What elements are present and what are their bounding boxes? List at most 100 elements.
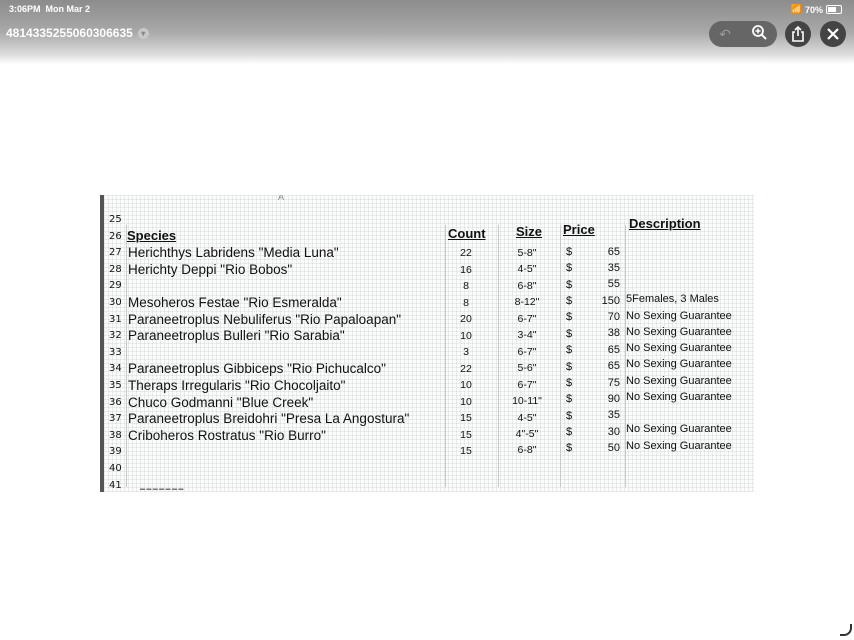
spreadsheet-photo: A Species Count Size Price Description 2… [100,195,754,492]
cell-description: No Sexing Guarantee [626,325,732,338]
cell-count: 3 [463,346,469,359]
cell-dollar: $ [566,360,573,373]
cell-species: Paraneetroplus Bulleri "Rio Sarabia" [128,328,345,344]
cell-dollar: $ [566,294,573,307]
cell-count: 15 [460,428,472,441]
cell-description: No Sexing Guarantee [626,309,732,322]
cell-species: Chuco Godmanni "Blue Creek" [128,394,314,410]
cell-species: Paraneetroplus Nebuliferus "Rio Papaloap… [128,311,402,327]
cell-species: Paraneetroplus Gibbiceps "Rio Pichucalco… [128,361,386,377]
row-number: 36 [109,396,122,408]
cell-species: Criboheros Rostratus "Rio Burro" [128,427,326,443]
cell-count: 10 [460,379,472,392]
top-bar: 3:06PM Mon Mar 2 📶 70% 48143352550603066… [0,0,854,64]
header-species: Species [127,228,177,243]
status-date: Mon Mar 2 [45,4,91,14]
header-size: Size [516,224,543,239]
column-letter: A [278,195,285,202]
row-number: 28 [109,263,122,275]
cell-count: 10 [460,395,472,408]
row-number: 41 [109,479,122,491]
row-number: 37 [109,413,122,425]
status-right: 📶 70% [791,4,842,15]
cell-price: 30 [607,425,620,438]
cell-price: 50 [607,441,620,454]
document-title[interactable]: 4814335255060306635 ▾ [6,26,149,40]
chevron-down-icon[interactable]: ▾ [137,27,149,39]
header-price: Price [563,222,595,237]
cell-size: 6-8" [517,444,537,457]
row-number: 35 [109,380,122,391]
cell-size: 6-7" [517,312,537,325]
row-number: 25 [109,214,122,225]
status-time: 3:06PM Mon Mar 2 [9,4,90,14]
cell-price: 35 [607,409,620,422]
cell-species: Mesoheros Festae "Rio Esmeralda" [128,295,342,310]
zoom-in-icon[interactable] [751,24,767,45]
cell-price: 70 [607,311,620,324]
cell-description: 5Females, 3 Males [626,293,719,306]
row-number: 31 [109,313,122,325]
row-number: 38 [109,429,122,441]
cell-count: 8 [463,280,469,293]
cell-size: 6-7" [517,345,537,358]
cell-price: 55 [607,278,620,291]
cell-size: 10-11" [512,395,542,408]
sheet-edge [100,195,104,492]
row-number: 29 [109,280,122,292]
battery-icon [826,5,842,14]
close-button[interactable] [820,21,846,47]
cell-count: 22 [460,247,472,260]
cell-dollar: $ [566,278,573,291]
cell-dollar: $ [566,376,573,389]
cell-size: 4"-5" [515,427,539,440]
cell-dollar: $ [566,409,573,422]
close-icon [827,28,839,40]
cell-dollar: $ [566,344,573,357]
cell-count: 15 [460,445,472,458]
cell-size: 8-12" [514,296,540,309]
cell-dollar: $ [566,327,573,340]
cell-size: 5-8" [517,246,537,259]
loading-icon [840,624,852,636]
row-number: 30 [109,297,122,308]
cell-count: 16 [460,263,472,276]
markup-zoom-group: ↶ [709,21,777,47]
row-number: 32 [109,330,122,342]
cell-price: 90 [607,392,620,405]
cell-dollar: $ [566,442,573,455]
share-button[interactable] [785,21,811,47]
cell-count: 8 [463,296,469,309]
battery-percent: 70% [804,4,823,15]
cell-price: 65 [607,360,620,373]
sheet-tabs: ▬ ▬ ▬ ▬ ▬ ▬ ▬ [140,486,184,492]
wifi-icon: 📶 [790,4,802,14]
cell-size: 4-5" [517,263,537,276]
cell-description: No Sexing Guarantee [626,423,732,436]
share-icon [792,26,804,42]
row-number: 39 [109,446,122,458]
cell-size: 3-4" [517,329,537,342]
row-number: 27 [109,247,122,259]
cell-description: No Sexing Guarantee [626,390,732,403]
cell-dollar: $ [566,311,573,324]
cell-count: 10 [460,329,472,342]
markup-back-icon[interactable]: ↶ [719,26,731,43]
cell-count: 15 [460,412,472,425]
cell-count: 22 [460,362,472,375]
cell-price: 75 [607,376,620,389]
cell-price: 150 [601,294,620,307]
cell-species: Herichthys Labridens "Media Luna" [128,245,339,261]
cell-dollar: $ [566,393,573,406]
header-count: Count [448,226,486,241]
gridline [498,225,499,487]
cell-price: 65 [607,245,620,258]
gridline [560,225,561,487]
cell-species: Paraneetroplus Breidohri "Presa La Angos… [128,411,410,427]
row-number: 34 [109,363,122,375]
cell-price: 38 [607,327,620,340]
cell-price: 65 [607,343,620,356]
row-number: 40 [109,463,122,474]
cell-description: No Sexing Guarantee [626,358,732,371]
cell-description: No Sexing Guarantee [626,342,732,354]
